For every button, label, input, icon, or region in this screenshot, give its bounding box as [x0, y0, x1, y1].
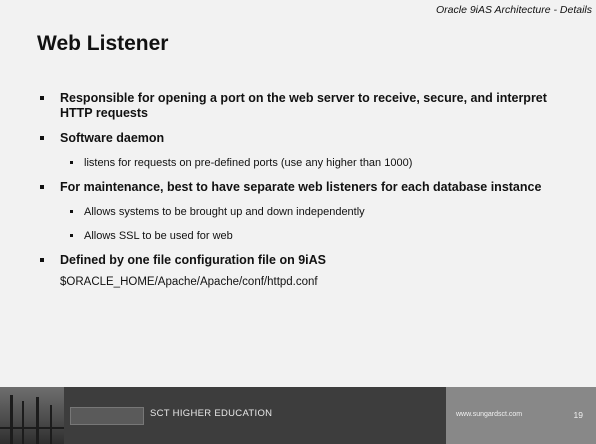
bullet-list: Responsible for opening a port on the we… — [38, 91, 578, 296]
config-path: $ORACLE_HOME/Apache/Apache/conf/httpd.co… — [60, 276, 318, 288]
slide-header: Oracle 9iAS Architecture - Details — [436, 4, 592, 16]
footer-photo — [0, 387, 64, 444]
sub-bullet-item: Allows SSL to be used for web — [38, 229, 578, 243]
footer-org-name: SCT HIGHER EDUCATION — [150, 408, 273, 419]
logo-placeholder — [70, 407, 144, 425]
bullet-item: Software daemon — [38, 131, 578, 146]
footer-url: www.sungardsct.com — [456, 411, 523, 418]
bullet-item: For maintenance, best to have separate w… — [38, 180, 578, 195]
bullet-item: Responsible for opening a port on the we… — [38, 91, 578, 121]
sub-bullet-item: Allows systems to be brought up and down… — [38, 205, 578, 219]
footer-bar: SCT HIGHER EDUCATION www.sungardsct.com … — [0, 387, 596, 444]
footer-right-panel: www.sungardsct.com 19 — [446, 387, 596, 444]
page-number: 19 — [573, 410, 583, 420]
sub-bullet-item: listens for requests on pre-defined port… — [38, 156, 578, 170]
slide-title: Web Listener — [37, 32, 169, 55]
bullet-item: Defined by one file configuration file o… — [38, 253, 578, 268]
